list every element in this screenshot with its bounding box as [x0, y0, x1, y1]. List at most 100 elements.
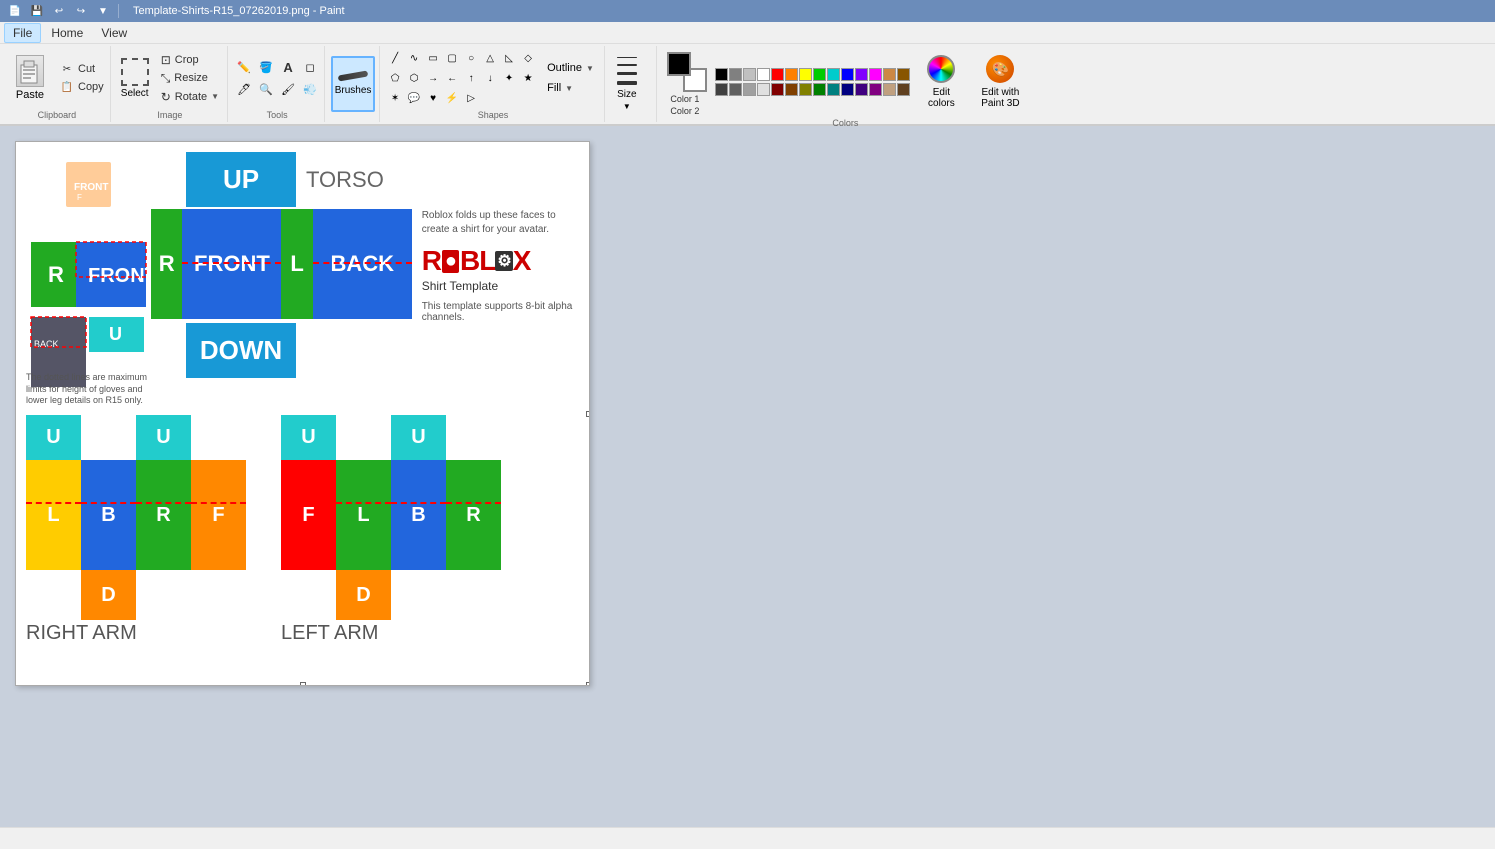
shape-line[interactable]: ╱	[386, 49, 404, 67]
swatch-orange[interactable]	[785, 68, 798, 81]
gap2	[336, 415, 391, 460]
shape-triangle[interactable]: △	[481, 49, 499, 67]
swatch-brown2[interactable]	[785, 83, 798, 96]
pencil-tool[interactable]: ✏️	[234, 57, 254, 77]
magnify-tool[interactable]: 🔍	[256, 79, 276, 99]
swatch-lightgray[interactable]	[757, 83, 770, 96]
resize-handle-bottom-mid[interactable]	[300, 682, 306, 686]
swatch-darkgray1[interactable]	[715, 83, 728, 96]
shape-oval[interactable]: ○	[462, 49, 480, 67]
menu-home[interactable]: Home	[43, 24, 91, 42]
swatch-white[interactable]	[757, 68, 770, 81]
shape-roundrect[interactable]: ▢	[443, 49, 461, 67]
paint-canvas[interactable]: FRONT F R FRONT	[15, 141, 590, 686]
shape-pent[interactable]: ⬠	[386, 69, 404, 87]
color-1-box[interactable]	[667, 52, 691, 76]
shape-arrow-u[interactable]: ↑	[462, 69, 480, 87]
color-picker-tool[interactable]: 🖊	[234, 79, 254, 99]
swatch-yellow[interactable]	[799, 68, 812, 81]
outline-button[interactable]: Outline ▼	[543, 60, 598, 76]
shape-diamond[interactable]: ◇	[519, 49, 537, 67]
edit-paint3d-button[interactable]: 🎨 Edit with Paint 3D	[973, 51, 1028, 113]
swatch-magenta[interactable]	[869, 68, 882, 81]
app-window: 📄 💾 ↩ ↪ ▼ Template-Shirts-R15_07262019.p…	[0, 0, 1495, 849]
swatch-teal[interactable]	[827, 83, 840, 96]
fill-button[interactable]: Fill ▼	[543, 80, 598, 96]
shape-arrow-r[interactable]: →	[424, 69, 442, 87]
swatch-olive[interactable]	[799, 83, 812, 96]
copy-button[interactable]: 📋 Copy	[58, 79, 106, 95]
swatch-darkgreen[interactable]	[813, 83, 826, 96]
swatch-red[interactable]	[771, 68, 784, 81]
color-swatches	[715, 68, 910, 96]
quick-access-dropdown[interactable]: ▼	[94, 2, 112, 20]
shape-callout[interactable]: 💬	[405, 89, 423, 107]
eraser-tool[interactable]: ◻	[300, 57, 320, 77]
rotate-button[interactable]: ↻ Rotate ▼	[157, 89, 223, 105]
swatch-purple[interactable]	[855, 68, 868, 81]
torso-main-row: R FRONT L	[151, 209, 579, 323]
swatch-silver[interactable]	[743, 68, 756, 81]
shape-arrow-d[interactable]: ↓	[481, 69, 499, 87]
swatch-indigo[interactable]	[855, 83, 868, 96]
crop-button[interactable]: ⊡ Crop	[157, 52, 223, 68]
new-file-button[interactable]: 📄	[6, 2, 24, 20]
select-button[interactable]: Select	[117, 54, 153, 103]
cut-button[interactable]: ✂ Cut	[58, 61, 106, 77]
right-arm-down-row: D	[26, 570, 246, 620]
spray-tool[interactable]: 💨	[300, 79, 320, 99]
clipboard-group: Paste ✂ Cut 📋 Copy Clipboard	[4, 46, 111, 122]
swatch-cyan[interactable]	[827, 68, 840, 81]
swatch-navy[interactable]	[841, 83, 854, 96]
resize-button[interactable]: ⤡ Resize	[157, 70, 223, 87]
swatch-darkbrown[interactable]	[897, 68, 910, 81]
color-1-2-area	[667, 52, 707, 92]
text-tool[interactable]: A	[278, 57, 298, 77]
shape-curve[interactable]: ∿	[405, 49, 423, 67]
resize-handle-bottom-right[interactable]	[586, 682, 590, 686]
shape-arrow-l[interactable]: ←	[443, 69, 461, 87]
shape-star4[interactable]: ✦	[500, 69, 518, 87]
shape-lightning[interactable]: ⚡	[443, 89, 461, 107]
shape-more[interactable]: ▷	[462, 89, 480, 107]
torso-front-cell: FRONT	[182, 209, 281, 319]
swatch-darktanbrown[interactable]	[897, 83, 910, 96]
fill-dropdown: ▼	[565, 84, 573, 93]
shape-star5[interactable]: ★	[519, 69, 537, 87]
fill-tool[interactable]: 🪣	[256, 57, 276, 77]
brushes-button[interactable]: Brushes	[331, 56, 375, 112]
menu-file[interactable]: File	[4, 23, 41, 43]
menu-view[interactable]: View	[93, 24, 135, 42]
shape-rtriangle[interactable]: ◺	[500, 49, 518, 67]
swatch-maroon[interactable]	[771, 83, 784, 96]
shape-hex[interactable]: ⬡	[405, 69, 423, 87]
torso-l-cell: L	[281, 209, 312, 319]
brush-tool2[interactable]: 🖌	[278, 79, 298, 99]
roblox-logo: R●BL⚙X	[422, 245, 579, 277]
color-row-1	[715, 68, 910, 81]
shape-star6[interactable]: ✶	[386, 89, 404, 107]
rb-dashed	[81, 460, 136, 504]
redo-button[interactable]: ↪	[72, 2, 90, 20]
swatch-gray[interactable]	[729, 68, 742, 81]
color-2-label: Color 2	[663, 106, 707, 116]
swatch-black[interactable]	[715, 68, 728, 81]
lb-dashed	[391, 460, 446, 504]
shapes-row-3: ✶ 💬 ♥ ⚡ ▷	[386, 89, 537, 107]
swatch-darkgray2[interactable]	[729, 83, 742, 96]
shape-rect[interactable]: ▭	[424, 49, 442, 67]
resize-handle-right-mid[interactable]	[586, 411, 590, 417]
swatch-midgray[interactable]	[743, 83, 756, 96]
swatch-blue[interactable]	[841, 68, 854, 81]
swatch-green[interactable]	[813, 68, 826, 81]
save-button[interactable]: 💾	[28, 2, 46, 20]
swatch-tan[interactable]	[883, 83, 896, 96]
swatch-darkmagenta[interactable]	[869, 83, 882, 96]
shape-heart[interactable]: ♥	[424, 89, 442, 107]
undo-button[interactable]: ↩	[50, 2, 68, 20]
swatch-brown[interactable]	[883, 68, 896, 81]
brushes-content: Brushes	[331, 48, 375, 120]
paste-button[interactable]: Paste	[8, 53, 52, 103]
edit-colors-button[interactable]: Edit colors	[914, 51, 969, 113]
size-button[interactable]: Size ▼	[611, 53, 643, 115]
